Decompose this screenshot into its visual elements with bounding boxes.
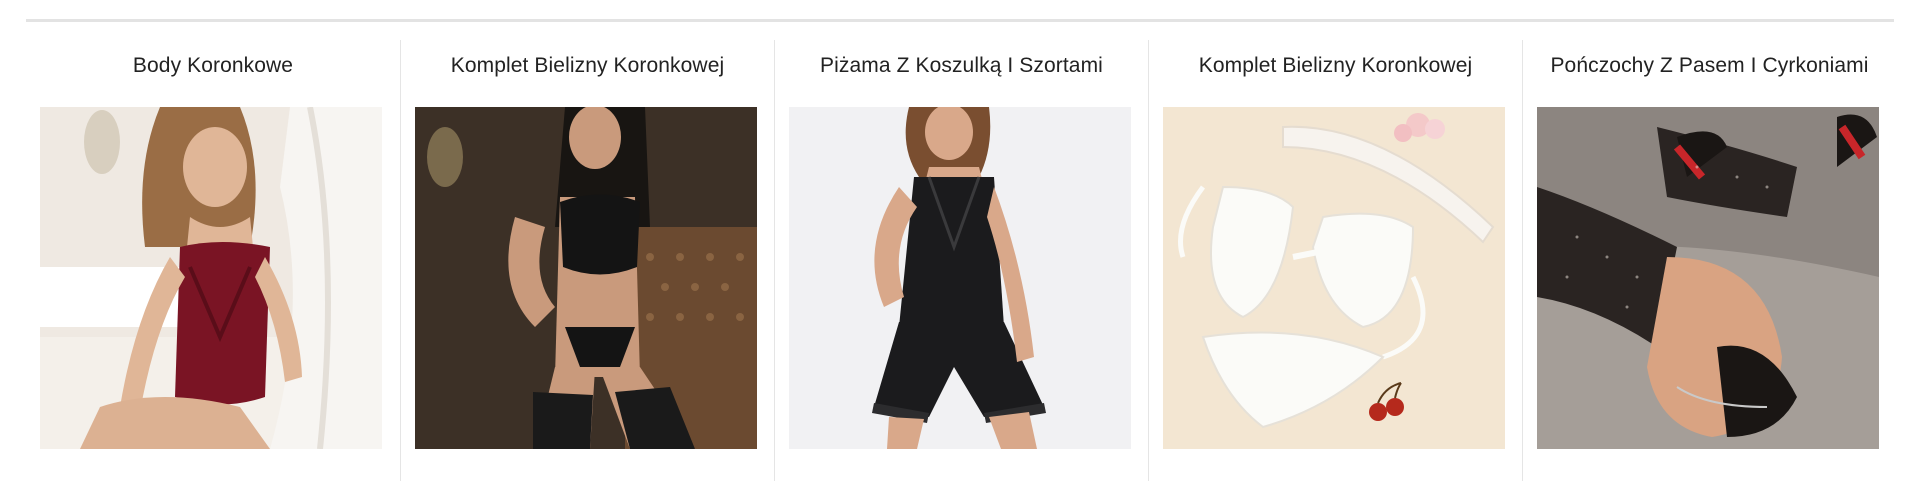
product-card[interactable]: Piżama Z Koszulką I Szortami (774, 40, 1148, 481)
product-image[interactable] (789, 107, 1131, 449)
product-title[interactable]: Komplet Bielizny Koronkowej (401, 54, 774, 78)
product-card[interactable]: Pończochy Z Pasem I Cyrkoniami (1522, 40, 1896, 481)
product-image[interactable] (415, 107, 757, 449)
product-strip-page: Body Koronkowe Komplet Bielizny Koronkow… (0, 0, 1920, 481)
product-card[interactable]: Komplet Bielizny Koronkowej (1148, 40, 1522, 481)
product-title[interactable]: Body Koronkowe (26, 54, 400, 78)
product-title[interactable]: Pończochy Z Pasem I Cyrkoniami (1523, 54, 1896, 78)
product-title[interactable]: Piżama Z Koszulką I Szortami (775, 54, 1148, 78)
product-card[interactable]: Body Koronkowe (26, 40, 400, 481)
product-image[interactable] (1537, 107, 1879, 449)
top-divider (26, 19, 1894, 22)
product-grid: Body Koronkowe Komplet Bielizny Koronkow… (26, 40, 1896, 481)
product-title[interactable]: Komplet Bielizny Koronkowej (1149, 54, 1522, 78)
product-image[interactable] (40, 107, 382, 449)
product-image[interactable] (1163, 107, 1505, 449)
product-card[interactable]: Komplet Bielizny Koronkowej (400, 40, 774, 481)
